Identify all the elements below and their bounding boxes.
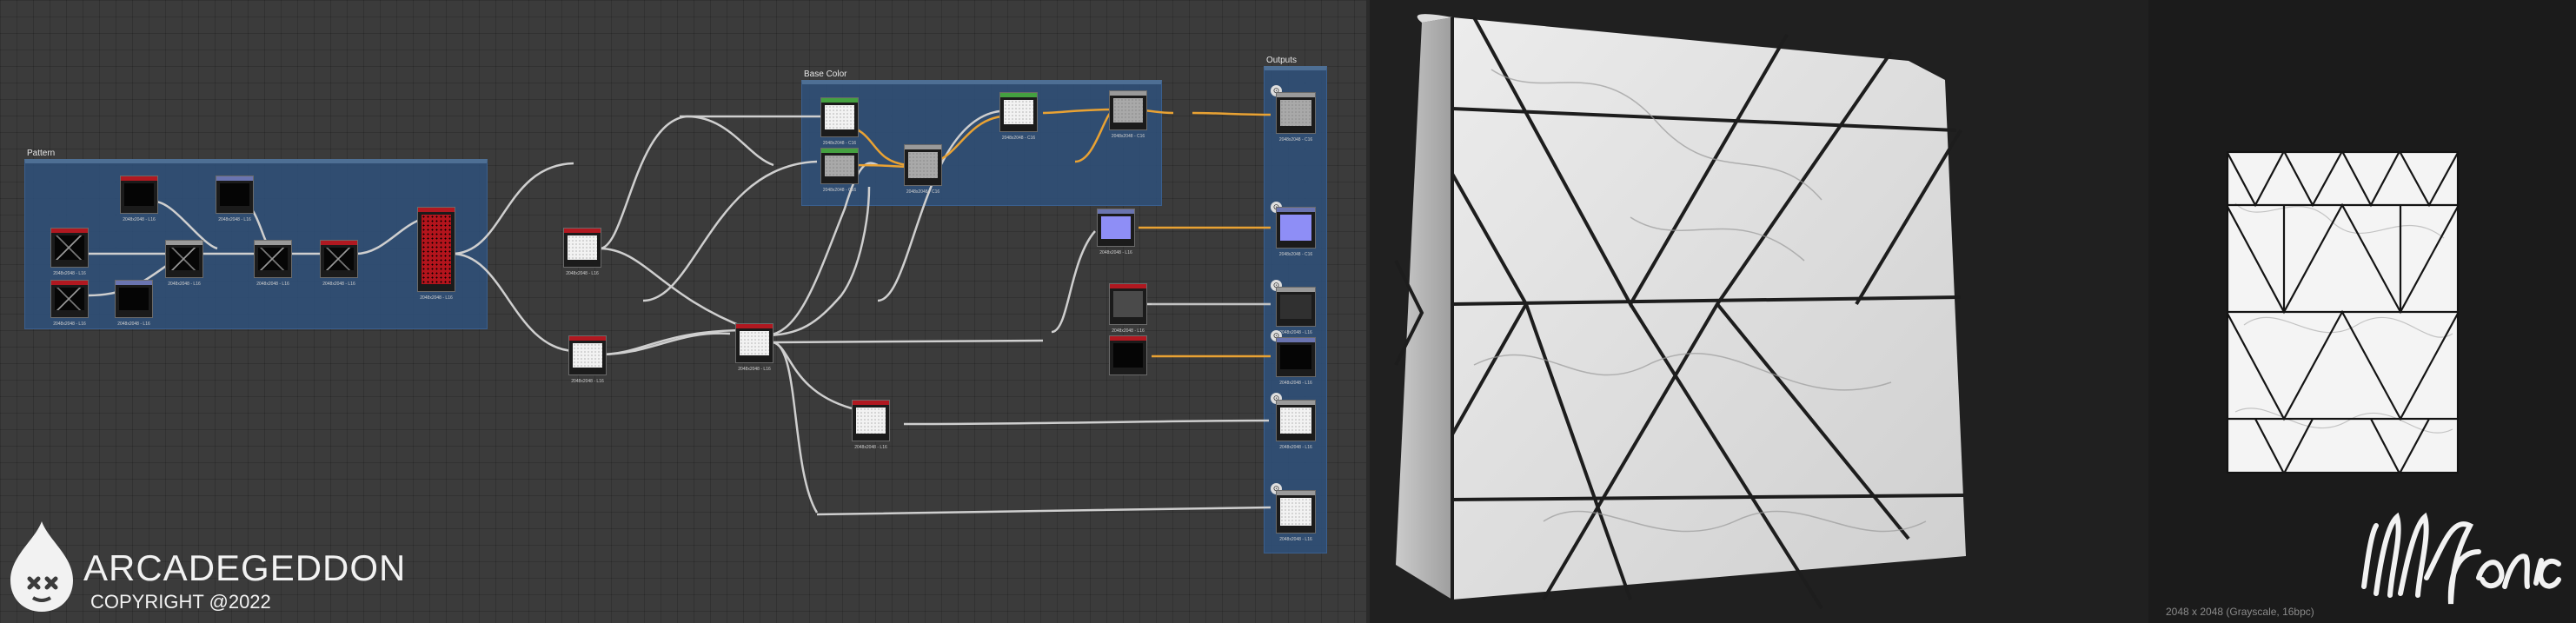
connection-wires: [88, 108, 1271, 516]
node[interactable]: 2048x2048 - L16: [852, 400, 890, 450]
node[interactable]: 2048x2048 - L16: [254, 240, 292, 287]
node-label: 2048x2048 - L16: [738, 367, 771, 372]
node-label: 2048x2048 - L16: [854, 445, 887, 450]
output-node[interactable]: 2048x2048 - C16: [1276, 207, 1316, 257]
node-label: 2048x2048 - L16: [571, 379, 604, 384]
node[interactable]: 2048x2048 - L16: [50, 228, 89, 276]
output-node[interactable]: 2048x2048 - L16: [1276, 337, 1316, 386]
node-label: 2048x2048 - C16: [822, 188, 857, 193]
node[interactable]: 2048x2048 - L16: [735, 323, 773, 372]
node[interactable]: 2048x2048 - L16: [115, 280, 153, 327]
output-node[interactable]: 2048x2048 - C16: [1276, 92, 1316, 142]
node[interactable]: 2048x2048 - L16: [563, 228, 601, 276]
node-label: 2048x2048 - C16: [1278, 252, 1313, 257]
node-label: 2048x2048 - L16: [53, 321, 86, 327]
node-label: 2048x2048 - L16: [256, 282, 289, 287]
node-label: 2048x2048 - L16: [123, 217, 156, 222]
node-label: 2048x2048 - L16: [566, 271, 599, 276]
3d-view[interactable]: [1370, 0, 2148, 623]
node-label: 2048x2048 - L16: [53, 271, 86, 276]
node-label: 2048x2048 - C16: [1278, 137, 1313, 142]
output-node[interactable]: 2048x2048 - L16: [1276, 490, 1316, 542]
node[interactable]: 2048x2048 - L16: [417, 207, 455, 301]
node-label: 2048x2048 - C16: [906, 189, 940, 195]
node-label: 2048x2048 - L16: [168, 282, 201, 287]
node-label: 2048x2048 - L16: [117, 321, 150, 327]
node[interactable]: 2048x2048 - C16: [820, 97, 859, 146]
node-label: 2048x2048 - L16: [1112, 328, 1145, 334]
material-preview-cube: [1394, 14, 1966, 610]
node-label: 2048x2048 - L16: [1099, 250, 1132, 255]
node[interactable]: 2048x2048 - L16: [320, 240, 358, 287]
node[interactable]: 2048x2048 - L16: [120, 176, 158, 222]
node-label: 2048x2048 - C16: [1111, 134, 1145, 139]
node-label: 2048x2048 - L16: [420, 295, 453, 301]
output-node[interactable]: 2048x2048 - L16: [1276, 400, 1316, 450]
texture-info: 2048 x 2048 (Grayscale, 16bpc): [2166, 606, 2314, 618]
node-label: 2048x2048 - L16: [1279, 381, 1312, 386]
node[interactable]: 2048x2048 - C16: [904, 144, 942, 195]
node-label: 2048x2048 - L16: [322, 282, 355, 287]
copyright-text: COPYRIGHT @2022: [90, 591, 271, 613]
node-graph-canvas[interactable]: Pattern Base Color Outputs 2048x2048 - L…: [0, 0, 1366, 623]
node-label: 2048x2048 - L16: [218, 217, 251, 222]
arcadegeddon-logo-icon: [10, 521, 73, 612]
node[interactable]: 2048x2048 - C16: [820, 148, 859, 193]
texture-preview: [2227, 151, 2459, 474]
node[interactable]: 2048x2048 - C16: [1109, 90, 1147, 139]
node[interactable]: 2048x2048 - L16: [50, 280, 89, 327]
node[interactable]: 2048x2048 - L16: [568, 335, 607, 384]
node[interactable]: [1109, 335, 1147, 375]
node[interactable]: 2048x2048 - L16: [1109, 283, 1147, 334]
node[interactable]: 2048x2048 - L16: [165, 240, 203, 287]
node[interactable]: 2048x2048 - C16: [999, 92, 1038, 141]
node-label: 2048x2048 - C16: [822, 141, 857, 146]
node[interactable]: 2048x2048 - L16: [216, 176, 254, 222]
output-node[interactable]: 2048x2048 - L16: [1276, 287, 1316, 335]
illfonic-logo: illfonic: [2361, 512, 2561, 605]
node-label: 2048x2048 - C16: [1001, 136, 1036, 141]
node-label: 2048x2048 - L16: [1279, 445, 1312, 450]
node[interactable]: 2048x2048 - L16: [1097, 209, 1135, 255]
node-label: 2048x2048 - L16: [1279, 537, 1312, 542]
company-name: ARCADEGEDDON: [83, 547, 407, 588]
